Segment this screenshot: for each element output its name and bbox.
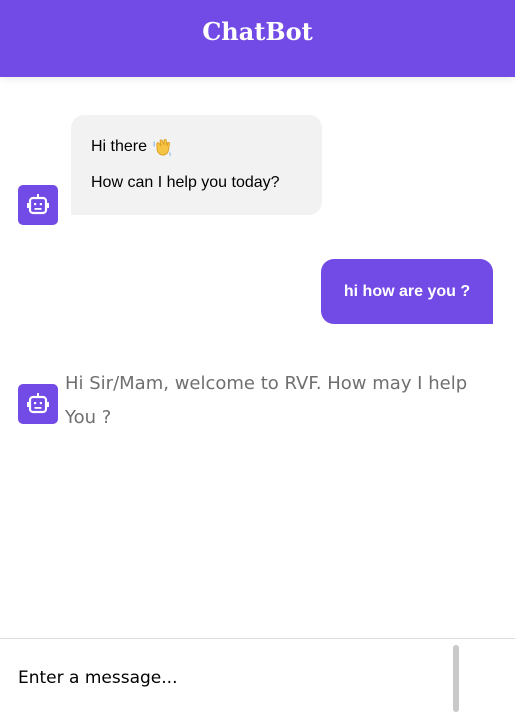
chat-log: Hi there How can I help you today? hi ho…: [0, 77, 515, 638]
robot-icon: [27, 393, 49, 414]
robot-icon: [27, 194, 49, 215]
waving-hand-icon: [153, 138, 171, 157]
bot-avatar: [18, 384, 58, 424]
bot-message-line: Hi there: [91, 138, 148, 155]
message-input[interactable]: [18, 663, 438, 693]
scrollbar[interactable]: [453, 645, 459, 712]
user-message-text: hi how are you ?: [343, 282, 471, 300]
message-composer: [0, 638, 515, 712]
bot-message-text: Hi Sir/Mam, welcome to RVF. How may I he…: [65, 373, 468, 428]
user-message-bubble: hi how are you ?: [321, 259, 493, 324]
chat-header: ChatBot: [0, 0, 515, 77]
bot-message-bubble: Hi there How can I help you today?: [71, 115, 322, 215]
bot-message-line: How can I help you today?: [91, 174, 280, 191]
bot-avatar: [18, 185, 58, 225]
header-title: ChatBot: [202, 17, 313, 46]
